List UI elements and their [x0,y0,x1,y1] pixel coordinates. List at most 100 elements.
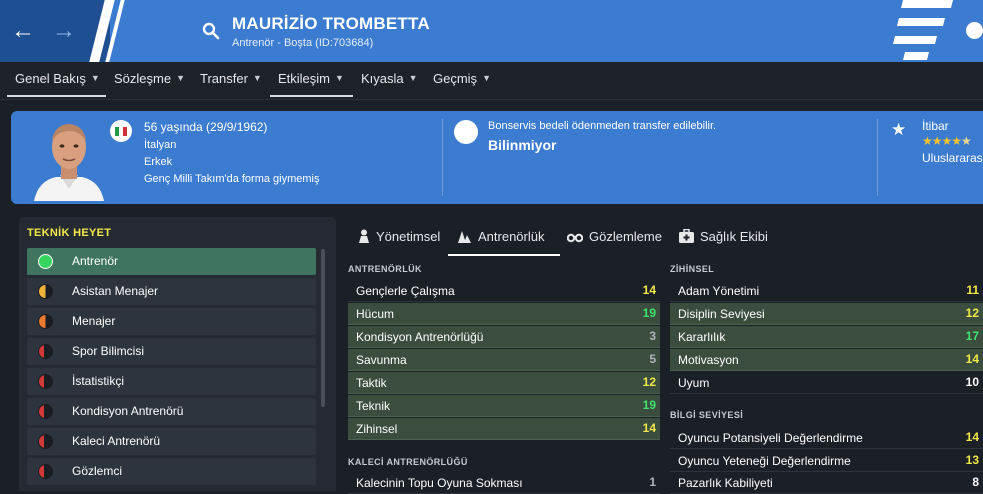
menu-active-underline [7,95,106,97]
attribute-row: Kondisyon Antrenörlüğü 3 [348,326,660,348]
person-youth-caps: Genç Milli Takım'da forma giymemiş [144,173,320,185]
attribute-value: 14 [642,421,656,435]
staff-role-panel: TEKNİK HEYET Antrenör Asistan Menajer Me… [19,217,336,491]
role-circle-icon [38,284,53,299]
staff-item-label: Spor Bilimcisi [72,344,145,358]
attribute-value: 14 [965,430,979,444]
tab-saglik-ekibi[interactable]: Sağlık Ekibi [679,229,768,244]
back-icon[interactable]: ← [11,18,35,44]
card-divider [442,119,443,196]
forward-icon[interactable]: → [52,18,76,44]
chevron-down-icon: ▼ [408,73,418,83]
staff-item-label: Gözlemci [72,464,123,478]
chevron-down-icon: ▼ [252,73,262,83]
attribute-value: 19 [642,306,656,320]
attribute-row: Oyuncu Yeteneği Değerlendirme 13 [670,450,983,472]
attribute-value: 11 [966,283,979,297]
menu-sozlesme[interactable]: Sözleşme ▼ [114,71,185,86]
tab-antrenorluk[interactable]: Antrenörlük [456,229,544,244]
card-divider [877,119,878,196]
tab-label: Yönetimsel [376,229,441,244]
role-circle-icon [38,404,53,419]
role-circle-icon [38,314,53,329]
attribute-value: 3 [649,329,656,343]
menu-label: Transfer [200,71,248,86]
person-name: MAURİZİO TROMBETTA [232,14,430,33]
tab-label: Antrenörlük [478,229,545,244]
menu-transfer[interactable]: Transfer ▼ [200,71,262,86]
staff-item-kondisyon-antrenoru[interactable]: Kondisyon Antrenörü [27,398,316,425]
attribute-row: Hücum 19 [348,303,660,325]
section-title-coaching: ANTRENÖRLÜK [348,264,422,274]
reputation-level: Uluslararası [922,151,983,165]
attribute-name: Kondisyon Antrenörlüğü [356,330,484,344]
attribute-value: 13 [965,453,979,467]
chevron-down-icon: ▼ [90,73,100,83]
menu-etkilesim[interactable]: Etkileşim ▼ [278,71,344,86]
staff-item-label: Asistan Menajer [72,284,159,298]
chevron-down-icon: ▼ [176,73,185,83]
panel-scrollbar[interactable] [321,249,325,407]
header-decoration [893,0,953,60]
attribute-value: 17 [965,329,979,343]
staff-item-label: Kaleci Antrenörü [72,434,161,448]
attribute-row: Zihinsel 14 [348,418,660,440]
tab-yonetimsel[interactable]: Yönetimsel [358,229,440,244]
tab-gozlemleme[interactable]: Gözlemleme [567,229,662,244]
staff-item-label: Kondisyon Antrenörü [72,404,184,418]
menu-label: Etkileşim [278,71,331,86]
coaching-cone-icon [458,231,471,243]
staff-item-istatistikci[interactable]: İstatistikçi [27,368,316,395]
attribute-name: Kararlılık [678,330,726,344]
globe-icon[interactable] [966,22,983,39]
attribute-row: Teknik 19 [348,395,660,417]
staff-item-gozlemci[interactable]: Gözlemci [27,458,316,485]
staff-item-kaleci-antrenoru[interactable]: Kaleci Antrenörü [27,428,316,455]
reputation-stars: ★★★★★ [922,134,972,148]
attribute-name: Disiplin Seviyesi [678,307,765,321]
staff-item-label: İstatistikçi [72,374,125,388]
menu-kiyasla[interactable]: Kıyasla ▼ [361,71,418,86]
tab-label: Sağlık Ekibi [700,229,768,244]
person-photo [28,115,110,201]
menu-genel-bakis[interactable]: Genel Bakış ▼ [15,71,100,86]
staff-item-spor-bilimcisi[interactable]: Spor Bilimcisi [27,338,316,365]
attribute-value: 12 [965,306,979,320]
attribute-row: Disiplin Seviyesi 12 [670,303,983,325]
menu-label: Kıyasla [361,71,404,86]
menu-gecmis[interactable]: Geçmiş ▼ [433,71,491,86]
section-title-goalkeeping: KALECİ ANTRENÖRLÜĞÜ [348,457,468,467]
staff-item-menajer[interactable]: Menajer [27,308,316,335]
attribute-tabs: Yönetimsel Antrenörlük Gözlemleme Sağlık… [346,220,983,256]
profile-header: ← → MAURİZİO TROMBETTA Antrenör - Boşta … [0,0,983,62]
staff-item-asistan-menajer[interactable]: Asistan Menajer [27,278,316,305]
attribute-name: Taktik [356,376,387,390]
attribute-value: 14 [642,283,656,297]
attribute-name: Gençlerle Çalışma [356,284,455,298]
person-gender: Erkek [144,156,173,168]
transfer-value: Bilinmiyor [488,137,557,153]
attribute-name: Oyuncu Yeteneği Değerlendirme [678,454,851,468]
transfer-note: Bonservis bedeli ödenmeden transfer edil… [488,120,717,132]
attribute-name: Motivasyon [678,353,739,367]
attribute-name: Pazarlık Kabiliyeti [678,476,773,490]
attribute-row: Uyum 10 [670,372,983,394]
staff-item-label: Antrenör [72,254,119,268]
role-circle-icon [38,434,53,449]
person-subtitle: Antrenör - Boşta (ID:703684) [232,37,374,49]
attribute-value: 10 [965,375,979,389]
italy-flag-icon [110,120,132,142]
manager-icon [359,229,369,243]
attribute-value: 19 [642,398,656,412]
attribute-name: Kalecinin Topu Oyuna Sokması [356,476,523,490]
chevron-down-icon: ▼ [482,73,491,83]
attribute-row: Taktik 12 [348,372,660,394]
menu-label: Genel Bakış [15,71,86,86]
attribute-value: 12 [642,375,656,389]
attribute-row: Gençlerle Çalışma 14 [348,280,660,302]
search-icon[interactable] [202,22,220,40]
medical-kit-icon [679,229,694,243]
staff-item-antrenor[interactable]: Antrenör [27,248,316,275]
role-circle-icon [38,464,53,479]
role-circle-icon [38,254,53,269]
